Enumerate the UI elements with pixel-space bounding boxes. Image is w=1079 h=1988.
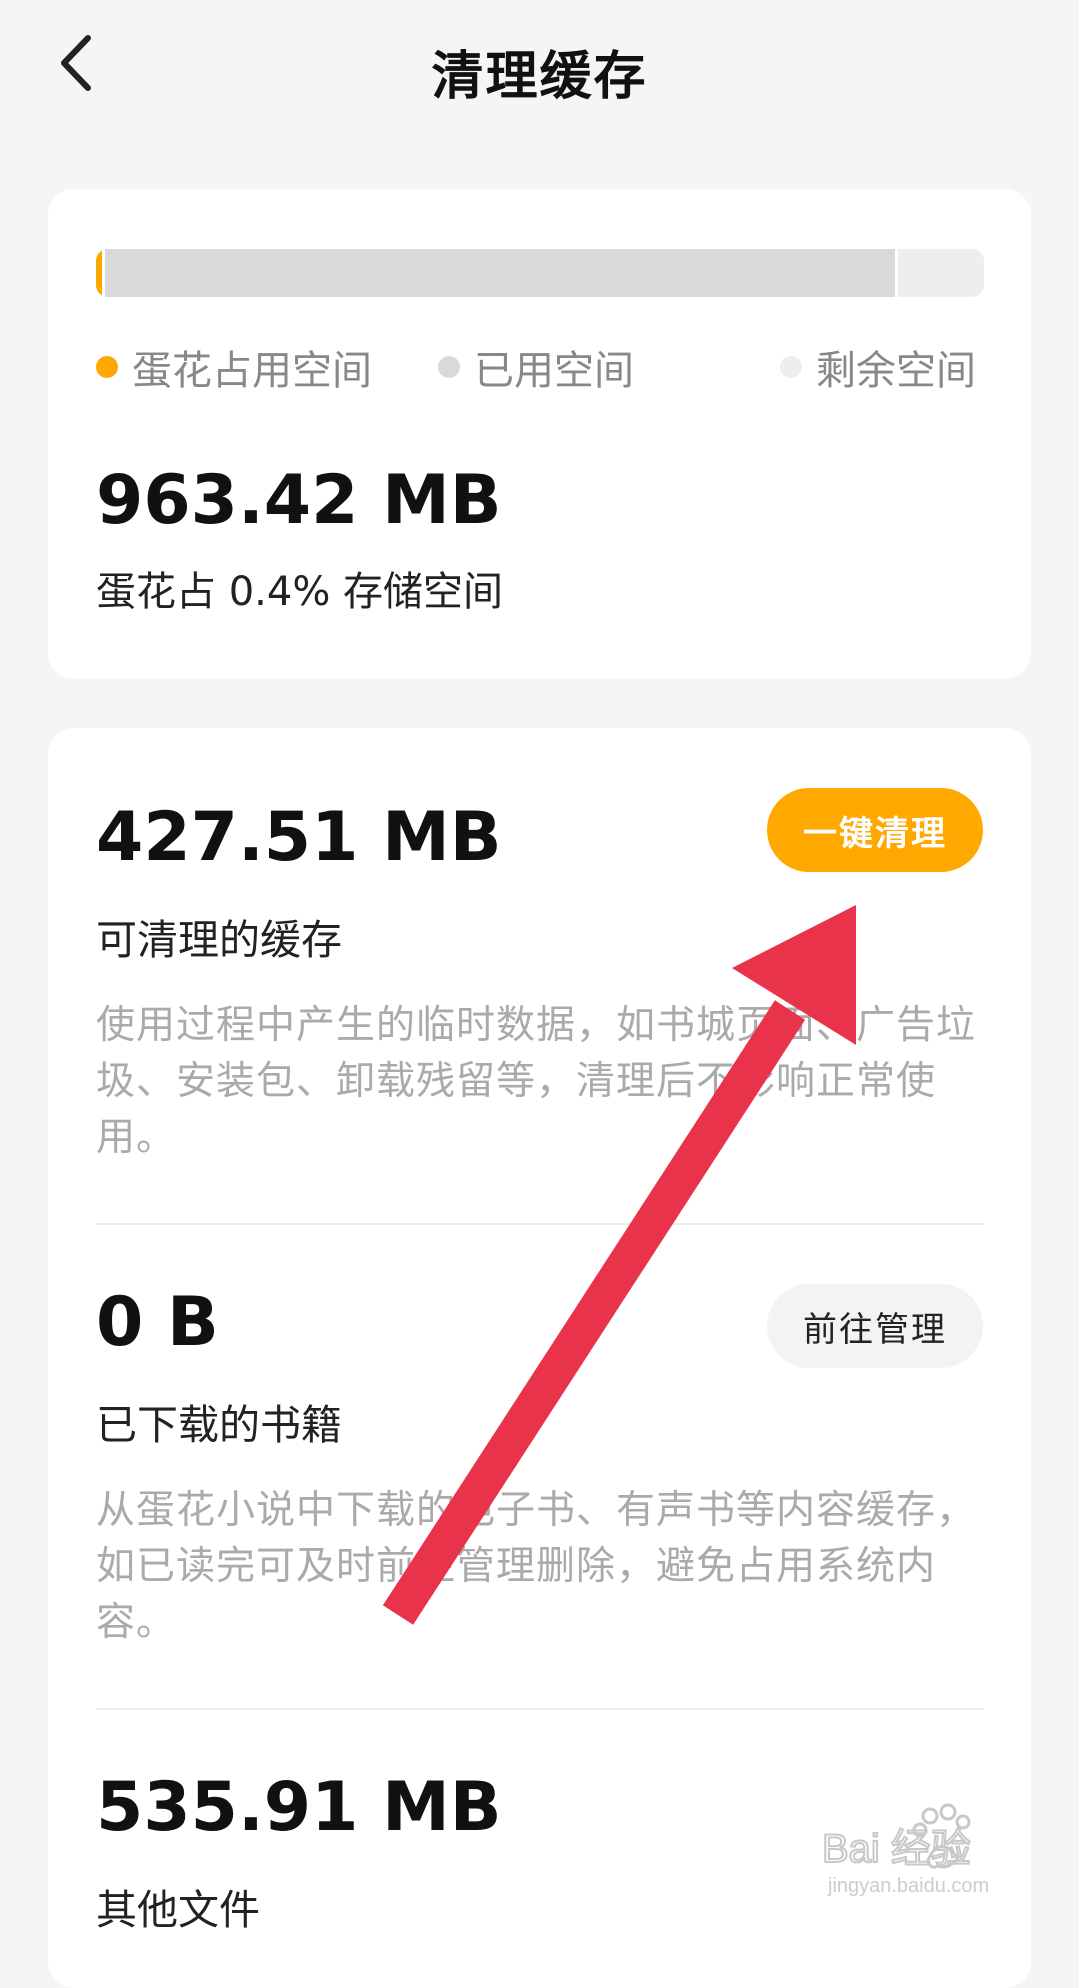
other-files-label: 其他文件 bbox=[96, 1886, 260, 1934]
legend-app-space: 蛋花占用空间 bbox=[96, 337, 372, 397]
go-manage-button[interactable]: 前往管理 bbox=[767, 1284, 983, 1368]
watermark-brand-text: Bai 经验 bbox=[822, 1827, 971, 1871]
legend-used-space: 已用空间 bbox=[438, 337, 634, 397]
clearable-cache-size: 427.51 MB bbox=[96, 798, 502, 877]
legend-free-space: 剩余空间 bbox=[780, 337, 976, 397]
downloaded-books-label: 已下载的书籍 bbox=[96, 1401, 342, 1449]
one-click-clean-button[interactable]: 一键清理 bbox=[767, 788, 983, 872]
clearable-cache-label: 可清理的缓存 bbox=[96, 916, 342, 964]
baidu-paw-logo-icon: Bai 经验 jingyan.baidu.com bbox=[821, 1803, 989, 1897]
storage-summary-card: 蛋花占用空间 已用空间 剩余空间 963.42 MB 蛋花占 0.4% 存储空间 bbox=[48, 189, 1031, 679]
clearable-cache-description: 使用过程中产生的临时数据，如书城页面、广告垃圾、安装包、卸载残留等，清理后不影响… bbox=[96, 1003, 977, 1160]
page-title: 清理缓存 bbox=[431, 47, 648, 107]
cache-items-card: 427.51 MB 一键清理 可清理的缓存 使用过程中产生的临时数据，如书城页面… bbox=[48, 728, 1031, 1988]
legend-dot-icon bbox=[438, 356, 460, 378]
storage-bar-gap bbox=[895, 249, 898, 297]
legend-label: 蛋花占用空间 bbox=[132, 348, 372, 394]
legend-label: 剩余空间 bbox=[816, 348, 976, 394]
watermark-url-text: jingyan.baidu.com bbox=[827, 1875, 989, 1897]
baidu-watermark: Bai 经验 jingyan.baidu.com bbox=[820, 1800, 1035, 1900]
other-files-size: 535.91 MB bbox=[96, 1768, 502, 1847]
legend-dot-icon bbox=[780, 356, 802, 378]
storage-bar-used-segment bbox=[105, 249, 895, 297]
header: 清理缓存 bbox=[0, 0, 1079, 130]
storage-usage-bar bbox=[96, 249, 984, 297]
app-storage-percentage: 蛋花占 0.4% 存储空间 bbox=[96, 569, 504, 615]
divider bbox=[96, 1223, 984, 1225]
legend-dot-icon bbox=[96, 356, 118, 378]
app-storage-size: 963.42 MB bbox=[96, 461, 502, 540]
divider bbox=[96, 1708, 984, 1710]
downloaded-books-description: 从蛋花小说中下载的电子书、有声书等内容缓存，如已读完可及时前往管理删除，避免占用… bbox=[96, 1488, 977, 1645]
downloaded-books-size: 0 B bbox=[96, 1283, 219, 1362]
legend-label: 已用空间 bbox=[474, 348, 634, 394]
